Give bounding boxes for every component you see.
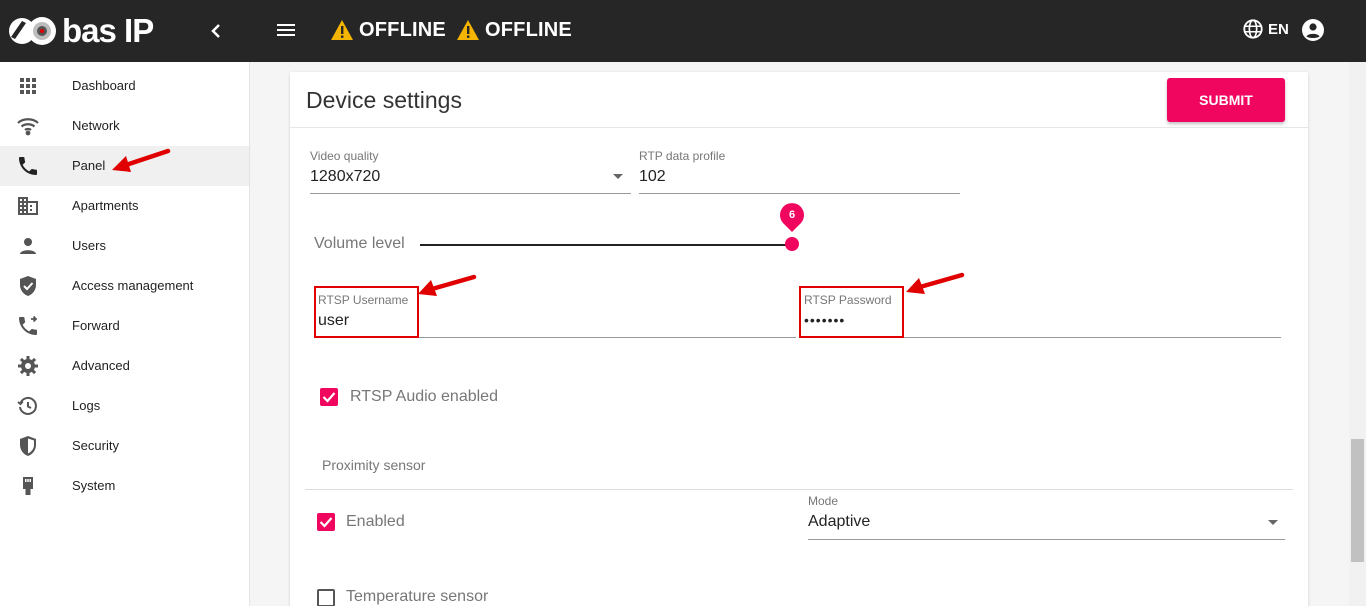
annotation-arrow-icon: [418, 274, 477, 296]
section-divider: [305, 489, 1293, 490]
card-header: Device settings SUBMIT: [290, 72, 1308, 128]
sidebar-nav: Dashboard Network Panel Apartments Users…: [0, 62, 250, 606]
volume-slider-thumb[interactable]: [785, 237, 799, 251]
annotation-arrow-icon: [112, 148, 171, 172]
history-icon: [17, 396, 37, 415]
device-settings-card: Device settings SUBMIT Video quality 128…: [290, 72, 1308, 606]
temperature-sensor-label: Temperature sensor: [346, 588, 489, 605]
proximity-enabled-label: Enabled: [346, 513, 405, 530]
sidebar-item-users[interactable]: Users: [0, 226, 249, 266]
sidebar-item-label: Network: [72, 118, 120, 133]
field-underline: [639, 193, 960, 194]
dropdown-arrow-icon: [613, 174, 623, 179]
sidebar-item-label: Security: [72, 438, 119, 453]
rtsp-audio-checkbox[interactable]: [320, 388, 338, 406]
dropdown-arrow-icon: [1268, 520, 1278, 525]
field-value: Adaptive: [808, 513, 871, 530]
volume-value: 6: [788, 209, 796, 221]
field-label: RTP data profile: [639, 149, 726, 163]
sidebar-item-logs[interactable]: Logs: [0, 386, 249, 426]
account-circle-icon[interactable]: [1301, 18, 1325, 42]
basip-logo[interactable]: bas IP: [8, 12, 154, 49]
submit-button[interactable]: SUBMIT: [1167, 78, 1285, 122]
sidebar-item-advanced[interactable]: Advanced: [0, 346, 249, 386]
page-scrollbar[interactable]: [1349, 62, 1366, 606]
sidebar-item-forward[interactable]: Forward: [0, 306, 249, 346]
sidebar-item-security[interactable]: Security: [0, 426, 249, 466]
proximity-mode-select[interactable]: Mode Adaptive: [808, 494, 1285, 540]
scrollbar-thumb[interactable]: [1351, 439, 1364, 562]
warning-icon: [331, 20, 353, 40]
volume-slider-track[interactable]: [420, 244, 792, 246]
person-icon: [20, 238, 36, 254]
status-text: OFFLINE: [485, 18, 572, 41]
sidebar-item-label: Panel: [72, 158, 106, 173]
logo-mark-icon: [9, 17, 56, 45]
sidebar-item-label: Access management: [72, 278, 194, 293]
status-text: OFFLINE: [359, 18, 446, 41]
top-app-bar: bas IP OFFLINE OFFLINE EN: [0, 0, 1366, 62]
rtsp-audio-label: RTSP Audio enabled: [350, 388, 498, 405]
proximity-sensor-heading: Proximity sensor: [322, 457, 426, 473]
shield-icon: [20, 436, 36, 456]
field-underline: [808, 539, 1285, 540]
annotation-arrow-icon: [906, 272, 965, 294]
logo-text: bas IP: [62, 12, 154, 49]
checkmark-icon: [322, 392, 336, 403]
sidebar-item-label: Users: [72, 238, 106, 253]
sidebar-item-label: Apartments: [72, 198, 139, 213]
globe-icon: [1243, 19, 1263, 39]
field-value: 1280x720: [310, 168, 381, 185]
temperature-sensor-checkbox[interactable]: [317, 589, 335, 606]
checkmark-icon: [319, 517, 333, 528]
field-underline: [310, 193, 631, 194]
sidebar-item-label: Logs: [72, 398, 101, 413]
ethernet-icon: [23, 477, 33, 495]
chevron-left-icon[interactable]: [204, 19, 228, 43]
phone-forward-icon: [19, 315, 38, 335]
wifi-icon: [17, 118, 39, 136]
sidebar-item-label: Dashboard: [72, 78, 136, 93]
volume-level-label: Volume level: [314, 235, 405, 252]
video-quality-select[interactable]: Video quality 1280x720: [310, 149, 631, 194]
sidebar-item-system[interactable]: System: [0, 466, 249, 506]
hamburger-menu-icon[interactable]: [274, 18, 298, 42]
warning-icon: [457, 20, 479, 40]
proximity-enabled-checkbox[interactable]: [317, 513, 335, 531]
language-selector[interactable]: EN: [1242, 18, 1289, 40]
field-value: 102: [639, 168, 666, 185]
building-icon: [18, 197, 38, 215]
sidebar-item-label: Advanced: [72, 358, 130, 373]
phone-icon: [19, 157, 37, 175]
field-label: Video quality: [310, 149, 379, 163]
sidebar-item-network[interactable]: Network: [0, 106, 249, 146]
field-label: Mode: [808, 494, 839, 508]
sidebar-item-apartments[interactable]: Apartments: [0, 186, 249, 226]
sidebar-item-access-management[interactable]: Access management: [0, 266, 249, 306]
sidebar-item-dashboard[interactable]: Dashboard: [0, 66, 249, 106]
annotation-highlight-box: [799, 286, 904, 338]
language-code: EN: [1268, 20, 1289, 38]
page-title: Device settings: [306, 87, 462, 113]
status-offline-1: OFFLINE: [330, 17, 446, 43]
annotation-highlight-box: [314, 286, 419, 338]
verified-shield-icon: [20, 276, 36, 296]
sidebar-item-label: Forward: [72, 318, 120, 333]
status-offline-2: OFFLINE: [456, 17, 572, 43]
gear-icon: [18, 356, 38, 376]
sidebar-item-label: System: [72, 478, 116, 493]
grid-icon: [20, 78, 36, 94]
rtp-data-profile-field[interactable]: RTP data profile 102: [639, 149, 960, 194]
